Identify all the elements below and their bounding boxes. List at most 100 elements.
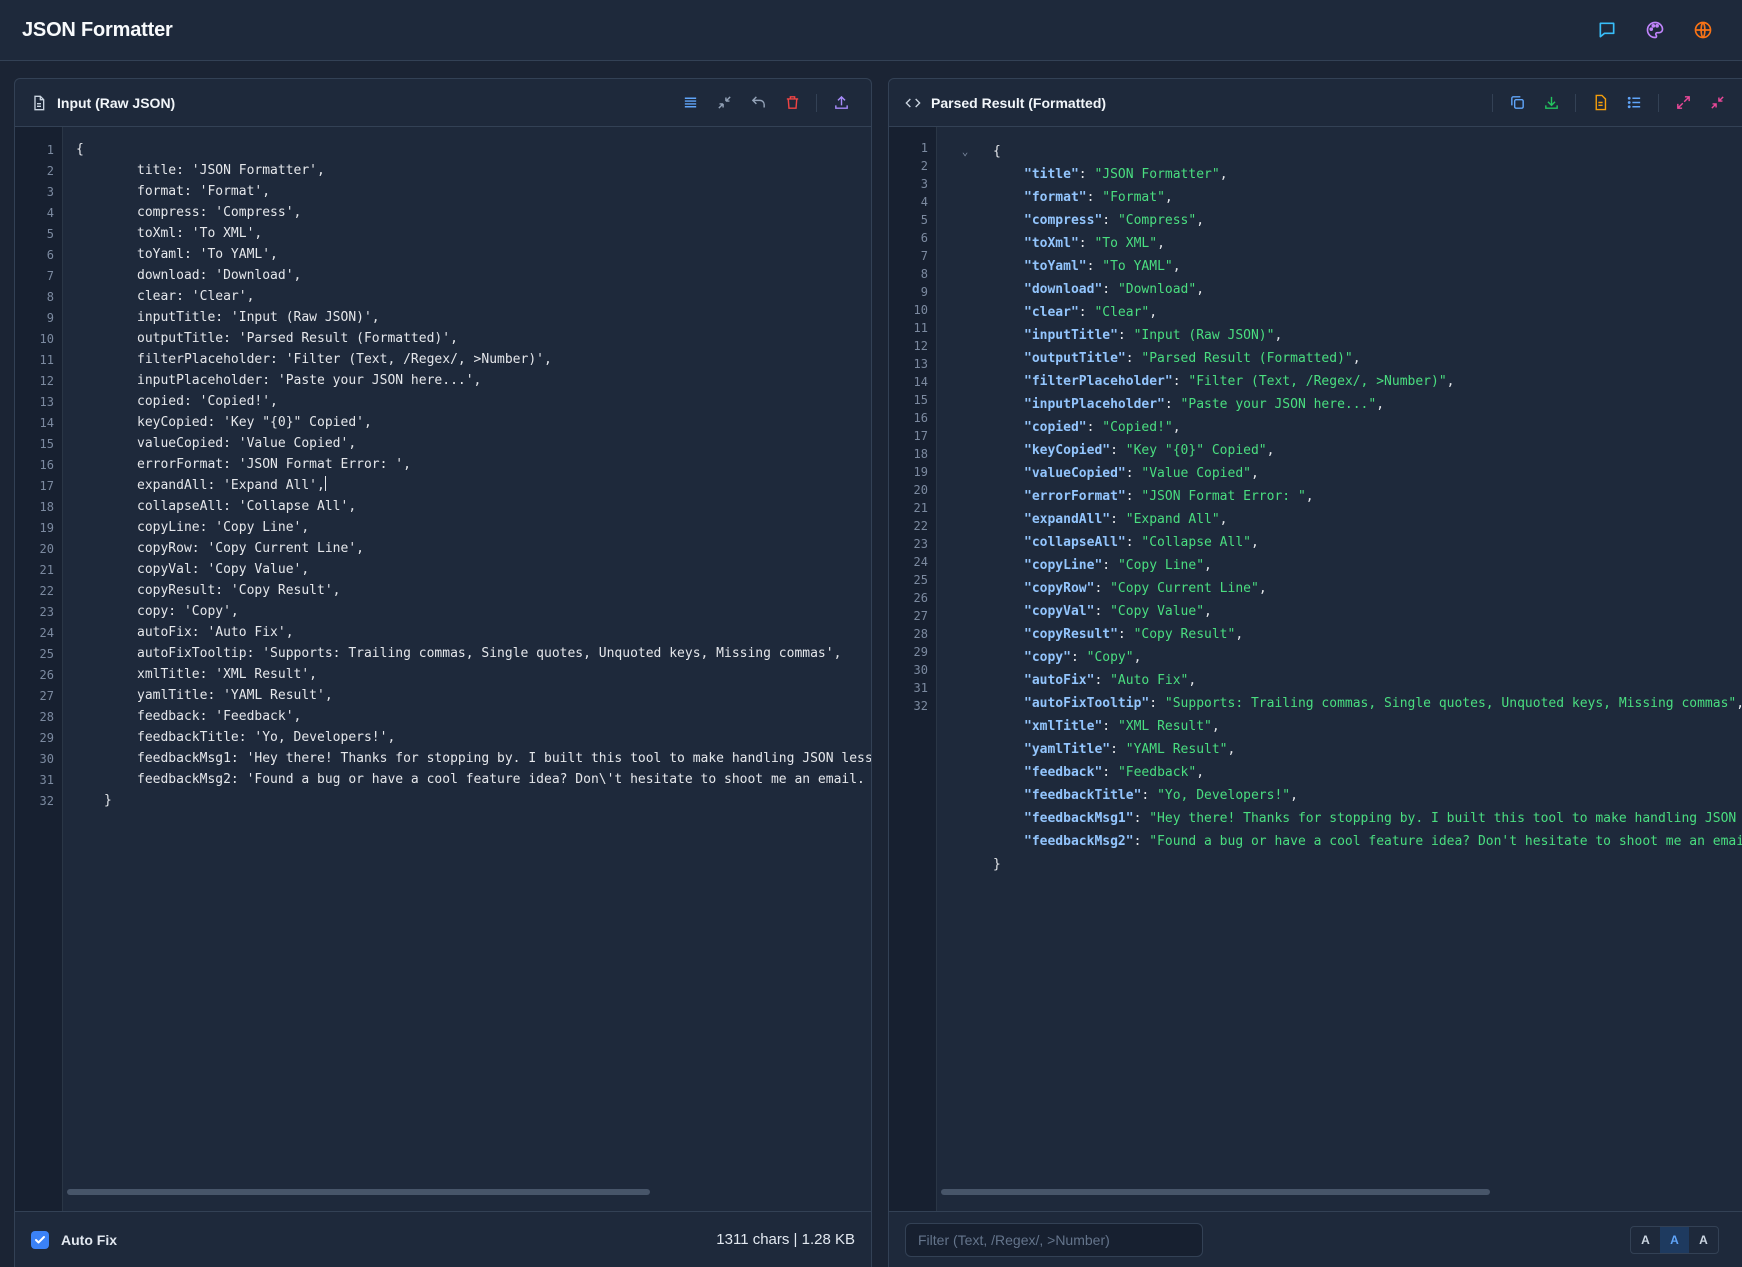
- json-line[interactable]: "copyRow": "Copy Current Line",: [937, 577, 1742, 600]
- json-line[interactable]: "inputPlaceholder": "Paste your JSON her…: [937, 393, 1742, 416]
- json-key[interactable]: "outputTitle": [1024, 351, 1126, 366]
- json-line[interactable]: "keyCopied": "Key "{0}" Copied",: [937, 439, 1742, 462]
- font-size-small-button[interactable]: A: [1631, 1227, 1660, 1253]
- code-line[interactable]: }: [76, 790, 871, 811]
- json-line[interactable]: "yamlTitle": "YAML Result",: [937, 738, 1742, 761]
- json-line[interactable]: "clear": "Clear",: [937, 301, 1742, 324]
- json-line[interactable]: "title": "JSON Formatter",: [937, 163, 1742, 186]
- code-line[interactable]: autoFixTooltip: 'Supports: Trailing comm…: [76, 643, 871, 664]
- code-line[interactable]: errorFormat: 'JSON Format Error: ',: [76, 454, 871, 475]
- json-key[interactable]: "inputTitle": [1024, 328, 1118, 343]
- code-line[interactable]: compress: 'Compress',: [76, 202, 871, 223]
- json-value[interactable]: "To YAML": [1102, 259, 1172, 274]
- json-key[interactable]: "copyVal": [1024, 604, 1094, 619]
- json-key[interactable]: "copied": [1024, 420, 1087, 435]
- json-key[interactable]: "clear": [1024, 305, 1079, 320]
- undo-button[interactable]: [744, 89, 772, 117]
- json-value[interactable]: "Paste your JSON here...": [1181, 397, 1377, 412]
- json-key[interactable]: "inputPlaceholder": [1024, 397, 1165, 412]
- json-value[interactable]: "Format": [1102, 190, 1165, 205]
- clear-button[interactable]: [778, 89, 806, 117]
- json-key[interactable]: "feedbackMsg2": [1024, 834, 1134, 849]
- json-line[interactable]: "copyResult": "Copy Result",: [937, 623, 1742, 646]
- json-key[interactable]: "feedback": [1024, 765, 1102, 780]
- collapse-all-button[interactable]: [1703, 89, 1731, 117]
- json-value[interactable]: "Yo, Developers!": [1157, 788, 1290, 803]
- json-key[interactable]: "valueCopied": [1024, 466, 1126, 481]
- json-key[interactable]: "autoFix": [1024, 673, 1094, 688]
- expand-all-button[interactable]: [1669, 89, 1697, 117]
- json-line[interactable]: "toYaml": "To YAML",: [937, 255, 1742, 278]
- json-line[interactable]: "feedback": "Feedback",: [937, 761, 1742, 784]
- json-key[interactable]: "download": [1024, 282, 1102, 297]
- code-line[interactable]: feedbackTitle: 'Yo, Developers!',: [76, 727, 871, 748]
- json-line[interactable]: "download": "Download",: [937, 278, 1742, 301]
- json-value[interactable]: "Key "{0}" Copied": [1126, 443, 1267, 458]
- json-key[interactable]: "copyRow": [1024, 581, 1094, 596]
- json-value[interactable]: "JSON Format Error: ": [1141, 489, 1305, 504]
- filter-input[interactable]: [905, 1222, 1203, 1257]
- json-line[interactable]: "feedbackMsg1": "Hey there! Thanks for s…: [937, 807, 1742, 830]
- font-size-medium-button[interactable]: A: [1660, 1226, 1689, 1253]
- json-key[interactable]: "copyResult": [1024, 627, 1118, 642]
- json-value[interactable]: "Compress": [1118, 213, 1196, 228]
- json-line[interactable]: "copyLine": "Copy Line",: [937, 554, 1742, 577]
- code-line[interactable]: inputTitle: 'Input (Raw JSON)',: [76, 307, 871, 328]
- output-viewer[interactable]: ⌄{"title": "JSON Formatter", "format": "F…: [937, 127, 1742, 1267]
- json-value[interactable]: "Parsed Result (Formatted)": [1141, 351, 1352, 366]
- json-value[interactable]: "Value Copied": [1141, 466, 1251, 481]
- code-line[interactable]: feedbackMsg1: 'Hey there! Thanks for sto…: [76, 748, 871, 769]
- code-line[interactable]: autoFix: 'Auto Fix',: [76, 622, 871, 643]
- code-line[interactable]: copyVal: 'Copy Value',: [76, 559, 871, 580]
- code-line[interactable]: copyLine: 'Copy Line',: [76, 517, 871, 538]
- json-value[interactable]: "Download": [1118, 282, 1196, 297]
- format-button[interactable]: [676, 89, 704, 117]
- json-line[interactable]: "copy": "Copy",: [937, 646, 1742, 669]
- code-line[interactable]: filterPlaceholder: 'Filter (Text, /Regex…: [76, 349, 871, 370]
- json-line[interactable]: "valueCopied": "Value Copied",: [937, 462, 1742, 485]
- code-line[interactable]: outputTitle: 'Parsed Result (Formatted)'…: [76, 328, 871, 349]
- to-yaml-button[interactable]: [1620, 89, 1648, 117]
- json-value[interactable]: "Filter (Text, /Regex/, >Number)": [1188, 374, 1446, 389]
- code-line[interactable]: inputPlaceholder: 'Paste your JSON here.…: [76, 370, 871, 391]
- json-value[interactable]: "Copy Line": [1118, 558, 1204, 573]
- json-key[interactable]: "keyCopied": [1024, 443, 1110, 458]
- json-line[interactable]: "errorFormat": "JSON Format Error: ",: [937, 485, 1742, 508]
- json-line[interactable]: "outputTitle": "Parsed Result (Formatted…: [937, 347, 1742, 370]
- code-line[interactable]: toYaml: 'To YAML',: [76, 244, 871, 265]
- json-line[interactable]: "compress": "Compress",: [937, 209, 1742, 232]
- json-line[interactable]: "xmlTitle": "XML Result",: [937, 715, 1742, 738]
- json-value[interactable]: "Collapse All": [1141, 535, 1251, 550]
- json-line[interactable]: "feedbackMsg2": "Found a bug or have a c…: [937, 830, 1742, 853]
- json-key[interactable]: "xmlTitle": [1024, 719, 1102, 734]
- json-line[interactable]: "format": "Format",: [937, 186, 1742, 209]
- json-value[interactable]: "To XML": [1094, 236, 1157, 251]
- json-line[interactable]: "expandAll": "Expand All",: [937, 508, 1742, 531]
- json-key[interactable]: "autoFixTooltip": [1024, 696, 1149, 711]
- json-key[interactable]: "title": [1024, 167, 1079, 182]
- code-line[interactable]: yamlTitle: 'YAML Result',: [76, 685, 871, 706]
- json-value[interactable]: "Copied!": [1102, 420, 1172, 435]
- code-line[interactable]: copyResult: 'Copy Result',: [76, 580, 871, 601]
- code-line[interactable]: feedbackMsg2: 'Found a bug or have a coo…: [76, 769, 871, 790]
- theme-button[interactable]: [1638, 13, 1672, 47]
- copy-result-button[interactable]: [1503, 89, 1531, 117]
- json-key[interactable]: "yamlTitle": [1024, 742, 1110, 757]
- json-line[interactable]: "copyVal": "Copy Value",: [937, 600, 1742, 623]
- compress-button[interactable]: [710, 89, 738, 117]
- json-value[interactable]: "Expand All": [1126, 512, 1220, 527]
- json-key[interactable]: "format": [1024, 190, 1087, 205]
- code-line[interactable]: copyRow: 'Copy Current Line',: [76, 538, 871, 559]
- json-key[interactable]: "collapseAll": [1024, 535, 1126, 550]
- code-line[interactable]: {: [76, 139, 871, 160]
- json-line[interactable]: "toXml": "To XML",: [937, 232, 1742, 255]
- json-key[interactable]: "feedbackTitle": [1024, 788, 1141, 803]
- code-line[interactable]: keyCopied: 'Key "{0}" Copied',: [76, 412, 871, 433]
- json-line[interactable]: ⌄{: [937, 140, 1742, 163]
- json-key[interactable]: "toYaml": [1024, 259, 1087, 274]
- auto-fix-checkbox[interactable]: [31, 1230, 49, 1249]
- code-line[interactable]: clear: 'Clear',: [76, 286, 871, 307]
- json-key[interactable]: "errorFormat": [1024, 489, 1126, 504]
- json-key[interactable]: "expandAll": [1024, 512, 1110, 527]
- code-line[interactable]: xmlTitle: 'XML Result',: [76, 664, 871, 685]
